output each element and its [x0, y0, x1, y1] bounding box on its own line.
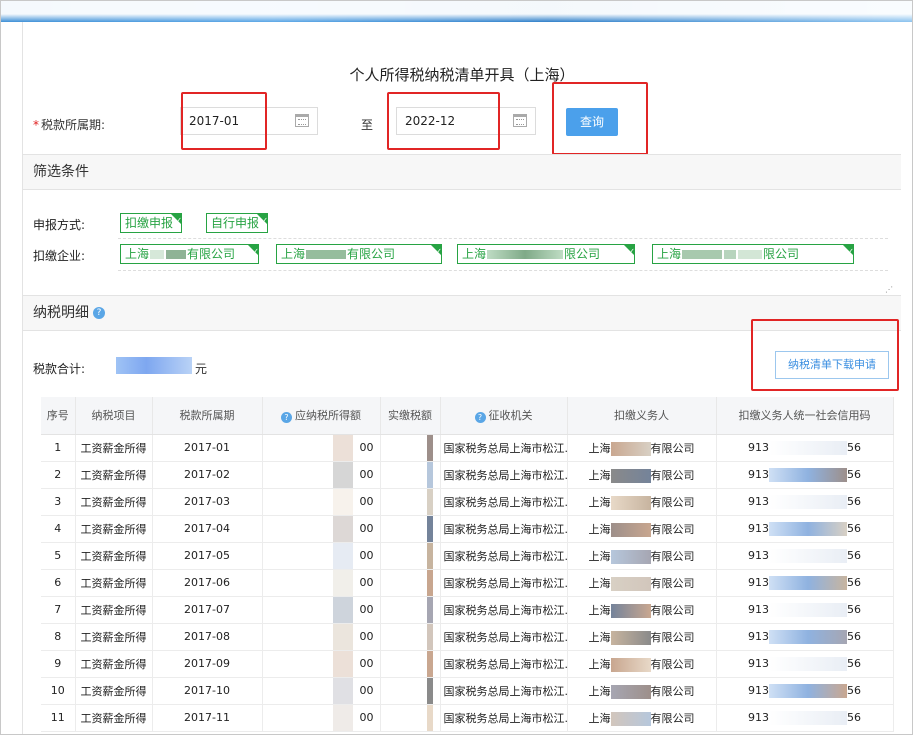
window-frame — [0, 0, 913, 735]
